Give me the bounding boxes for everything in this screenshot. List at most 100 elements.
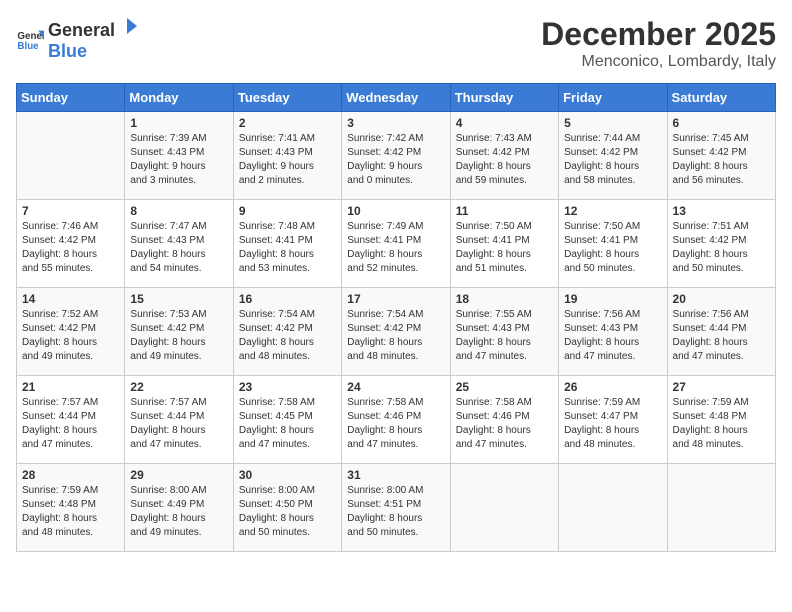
calendar-cell: 18 Sunrise: 7:55 AM Sunset: 4:43 PM Dayli… — [450, 288, 558, 376]
day-info: Sunrise: 7:58 AM Sunset: 4:46 PM Dayligh… — [456, 396, 553, 452]
day-info: Sunrise: 7:58 AM Sunset: 4:45 PM Dayligh… — [239, 396, 336, 452]
day-info: Sunrise: 7:50 AM Sunset: 4:41 PM Dayligh… — [564, 220, 661, 276]
calendar-week-row: 7Sunrise: 7:46 AM Sunset: 4:42 PM Daylig… — [17, 200, 776, 288]
day-number: 24 — [347, 380, 444, 394]
day-number: 11 — [456, 204, 553, 218]
header: General Blue General Blue December 2025 … — [16, 16, 776, 71]
day-number: 6 — [673, 116, 770, 130]
logo-text-blue: Blue — [48, 41, 87, 61]
calendar-cell — [450, 464, 558, 552]
day-number: 27 — [673, 380, 770, 394]
calendar-cell — [17, 112, 125, 200]
calendar-cell: 21 Sunrise: 7:57 AM Sunset: 4:44 PM Dayli… — [17, 376, 125, 464]
calendar-cell: 14 Sunrise: 7:52 AM Sunset: 4:42 PM Dayli… — [17, 288, 125, 376]
calendar-cell: 23 Sunrise: 7:58 AM Sunset: 4:45 PM Dayli… — [233, 376, 341, 464]
calendar-cell: 25 Sunrise: 7:58 AM Sunset: 4:46 PM Dayli… — [450, 376, 558, 464]
day-number: 23 — [239, 380, 336, 394]
day-number: 28 — [22, 468, 119, 482]
calendar-cell: 28 Sunrise: 7:59 AM Sunset: 4:48 PM Dayli… — [17, 464, 125, 552]
calendar-cell: 27 Sunrise: 7:59 AM Sunset: 4:48 PM Dayli… — [667, 376, 775, 464]
day-info: Sunrise: 7:54 AM Sunset: 4:42 PM Dayligh… — [347, 308, 444, 364]
calendar-week-row: 28 Sunrise: 7:59 AM Sunset: 4:48 PM Dayli… — [17, 464, 776, 552]
calendar-cell: 10 Sunrise: 7:49 AM Sunset: 4:41 PM Dayli… — [342, 200, 450, 288]
calendar-cell — [559, 464, 667, 552]
day-number: 19 — [564, 292, 661, 306]
day-number: 1 — [130, 116, 227, 130]
day-number: 14 — [22, 292, 119, 306]
day-number: 22 — [130, 380, 227, 394]
calendar-cell: 22 Sunrise: 7:57 AM Sunset: 4:44 PM Dayli… — [125, 376, 233, 464]
day-info: Sunrise: 7:58 AM Sunset: 4:46 PM Dayligh… — [347, 396, 444, 452]
day-info: Sunrise: 8:00 AM Sunset: 4:50 PM Dayligh… — [239, 484, 336, 540]
calendar-cell — [667, 464, 775, 552]
calendar-cell: 11 Sunrise: 7:50 AM Sunset: 4:41 PM Dayli… — [450, 200, 558, 288]
day-number: 10 — [347, 204, 444, 218]
main-title: December 2025 — [541, 16, 776, 53]
day-number: 17 — [347, 292, 444, 306]
day-info: Sunrise: 7:55 AM Sunset: 4:43 PM Dayligh… — [456, 308, 553, 364]
day-number: 12 — [564, 204, 661, 218]
day-info: Sunrise: 7:43 AM Sunset: 4:42 PM Dayligh… — [456, 132, 553, 188]
day-info: Sunrise: 7:53 AM Sunset: 4:42 PM Dayligh… — [130, 308, 227, 364]
day-number: 18 — [456, 292, 553, 306]
calendar-cell: 4 Sunrise: 7:43 AM Sunset: 4:42 PM Daylig… — [450, 112, 558, 200]
logo-icon: General Blue — [16, 25, 44, 53]
column-header-friday: Friday — [559, 84, 667, 112]
logo-triangle-icon — [119, 16, 139, 36]
day-number: 4 — [456, 116, 553, 130]
day-number: 31 — [347, 468, 444, 482]
calendar-cell: 29Sunrise: 8:00 AM Sunset: 4:49 PM Dayli… — [125, 464, 233, 552]
calendar-cell: 13 Sunrise: 7:51 AM Sunset: 4:42 PM Dayli… — [667, 200, 775, 288]
day-info: Sunrise: 7:54 AM Sunset: 4:42 PM Dayligh… — [239, 308, 336, 364]
day-info: Sunrise: 7:42 AM Sunset: 4:42 PM Dayligh… — [347, 132, 444, 188]
day-number: 15 — [130, 292, 227, 306]
day-info: Sunrise: 7:57 AM Sunset: 4:44 PM Dayligh… — [130, 396, 227, 452]
day-number: 30 — [239, 468, 336, 482]
calendar-cell: 20 Sunrise: 7:56 AM Sunset: 4:44 PM Dayli… — [667, 288, 775, 376]
day-info: Sunrise: 7:50 AM Sunset: 4:41 PM Dayligh… — [456, 220, 553, 276]
calendar-cell: 1Sunrise: 7:39 AM Sunset: 4:43 PM Daylig… — [125, 112, 233, 200]
calendar-cell: 26Sunrise: 7:59 AM Sunset: 4:47 PM Dayli… — [559, 376, 667, 464]
day-info: Sunrise: 7:59 AM Sunset: 4:48 PM Dayligh… — [673, 396, 770, 452]
column-header-sunday: Sunday — [17, 84, 125, 112]
calendar-cell: 3 Sunrise: 7:42 AM Sunset: 4:42 PM Daylig… — [342, 112, 450, 200]
day-number: 3 — [347, 116, 444, 130]
day-info: Sunrise: 7:41 AM Sunset: 4:43 PM Dayligh… — [239, 132, 336, 188]
day-number: 13 — [673, 204, 770, 218]
day-number: 20 — [673, 292, 770, 306]
calendar-cell: 6 Sunrise: 7:45 AM Sunset: 4:42 PM Daylig… — [667, 112, 775, 200]
day-number: 5 — [564, 116, 661, 130]
calendar-cell: 16Sunrise: 7:54 AM Sunset: 4:42 PM Dayli… — [233, 288, 341, 376]
calendar-cell: 9 Sunrise: 7:48 AM Sunset: 4:41 PM Daylig… — [233, 200, 341, 288]
column-header-thursday: Thursday — [450, 84, 558, 112]
column-header-monday: Monday — [125, 84, 233, 112]
day-info: Sunrise: 7:57 AM Sunset: 4:44 PM Dayligh… — [22, 396, 119, 452]
day-info: Sunrise: 7:56 AM Sunset: 4:44 PM Dayligh… — [673, 308, 770, 364]
title-block: December 2025 Menconico, Lombardy, Italy — [541, 16, 776, 71]
calendar-cell: 5 Sunrise: 7:44 AM Sunset: 4:42 PM Daylig… — [559, 112, 667, 200]
day-info: Sunrise: 7:56 AM Sunset: 4:43 PM Dayligh… — [564, 308, 661, 364]
calendar-cell: 2Sunrise: 7:41 AM Sunset: 4:43 PM Daylig… — [233, 112, 341, 200]
day-info: Sunrise: 7:48 AM Sunset: 4:41 PM Dayligh… — [239, 220, 336, 276]
day-info: Sunrise: 7:51 AM Sunset: 4:42 PM Dayligh… — [673, 220, 770, 276]
day-number: 9 — [239, 204, 336, 218]
subtitle: Menconico, Lombardy, Italy — [541, 53, 776, 71]
column-header-wednesday: Wednesday — [342, 84, 450, 112]
calendar-cell: 15 Sunrise: 7:53 AM Sunset: 4:42 PM Dayli… — [125, 288, 233, 376]
day-info: Sunrise: 7:59 AM Sunset: 4:48 PM Dayligh… — [22, 484, 119, 540]
column-header-saturday: Saturday — [667, 84, 775, 112]
day-info: Sunrise: 8:00 AM Sunset: 4:51 PM Dayligh… — [347, 484, 444, 540]
calendar-week-row: 21 Sunrise: 7:57 AM Sunset: 4:44 PM Dayli… — [17, 376, 776, 464]
calendar-table: SundayMondayTuesdayWednesdayThursdayFrid… — [16, 83, 776, 552]
day-info: Sunrise: 7:49 AM Sunset: 4:41 PM Dayligh… — [347, 220, 444, 276]
day-number: 25 — [456, 380, 553, 394]
logo: General Blue General Blue — [16, 16, 139, 62]
day-info: Sunrise: 7:45 AM Sunset: 4:42 PM Dayligh… — [673, 132, 770, 188]
calendar-week-row: 14 Sunrise: 7:52 AM Sunset: 4:42 PM Dayli… — [17, 288, 776, 376]
calendar-cell: 12 Sunrise: 7:50 AM Sunset: 4:41 PM Dayli… — [559, 200, 667, 288]
day-info: Sunrise: 8:00 AM Sunset: 4:49 PM Dayligh… — [130, 484, 227, 540]
day-info: Sunrise: 7:44 AM Sunset: 4:42 PM Dayligh… — [564, 132, 661, 188]
day-number: 21 — [22, 380, 119, 394]
day-info: Sunrise: 7:59 AM Sunset: 4:47 PM Dayligh… — [564, 396, 661, 452]
day-info: Sunrise: 7:52 AM Sunset: 4:42 PM Dayligh… — [22, 308, 119, 364]
